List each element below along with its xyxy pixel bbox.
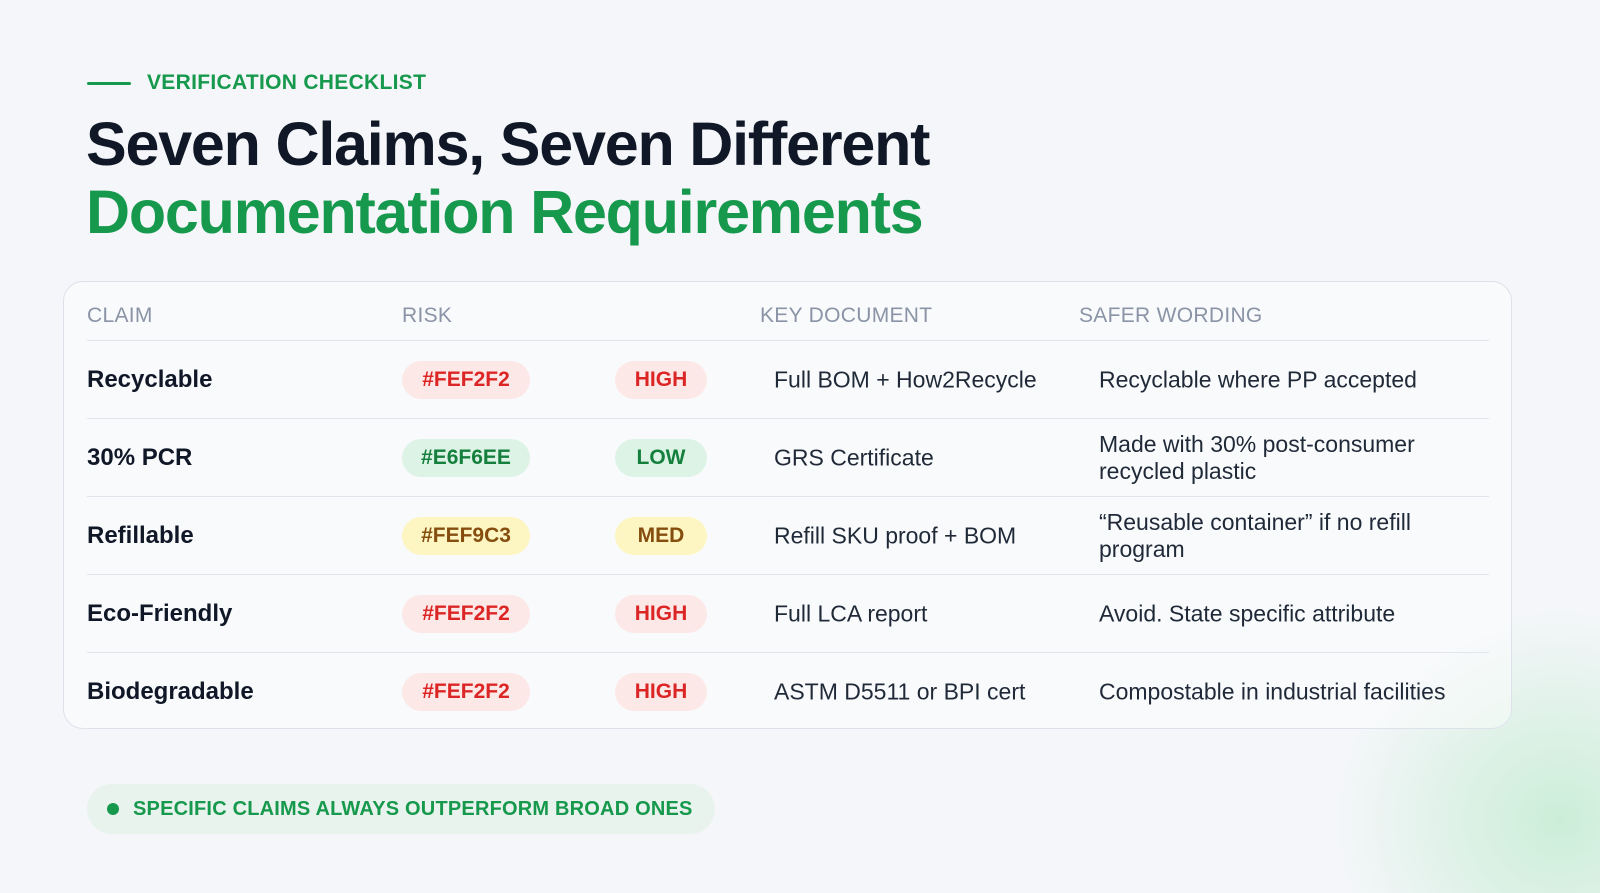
risk-hex-pill: #FEF2F2: [402, 673, 530, 711]
risk-level-badge: LOW: [615, 438, 707, 477]
wording-cell: Made with 30% post-consumer recycled pla…: [1099, 430, 1415, 484]
table-body: Recyclable #FEF2F2 HIGH Full BOM + How2R…: [87, 341, 1489, 731]
document-cell: Refill SKU proof + BOM: [774, 522, 1017, 548]
risk-hex-pill: #FEF2F2: [402, 594, 530, 633]
document-cell: Full LCA report: [774, 600, 928, 626]
document-cell: Full BOM + How2Recycle: [774, 366, 1037, 392]
risk-level-badge: MED: [615, 516, 707, 555]
risk-level-badge: HIGH: [615, 673, 707, 711]
claim-cell: Refillable: [87, 521, 194, 549]
risk-level-badge: HIGH: [615, 594, 707, 633]
risk-hex-pill: #FEF2F2: [402, 360, 530, 399]
eyebrow-line: [87, 81, 131, 85]
footer-text: SPECIFIC CLAIMS ALWAYS OUTPERFORM BROAD …: [133, 797, 693, 820]
risk-hex-pill: #E6F6EE: [402, 438, 530, 477]
header-risk: RISK: [402, 304, 453, 327]
risk-level-badge: HIGH: [615, 360, 707, 399]
eyebrow: VERIFICATION CHECKLIST: [87, 71, 426, 95]
wording-cell: Recyclable where PP accepted: [1099, 366, 1417, 392]
claim-cell: Recyclable: [87, 365, 213, 393]
page-title: Seven Claims, Seven Different Documentat…: [86, 110, 930, 246]
claim-cell: Eco-Friendly: [87, 599, 233, 627]
table-row: Recyclable #FEF2F2 HIGH Full BOM + How2R…: [87, 341, 1489, 419]
header-wording: SAFER WORDING: [1079, 304, 1263, 327]
wording-cell: Compostable in industrial facilities: [1099, 678, 1446, 705]
claim-cell: 30% PCR: [87, 443, 193, 471]
table-row: Eco-Friendly #FEF2F2 HIGH Full LCA repor…: [87, 575, 1489, 653]
bullet-dot-icon: [107, 803, 119, 815]
document-cell: ASTM D5511 or BPI cert: [774, 678, 1026, 705]
table-header: CLAIM RISK KEY DOCUMENT SAFER WORDING: [87, 282, 1489, 341]
title-line-1: Seven Claims, Seven Different: [86, 110, 930, 178]
eyebrow-text: VERIFICATION CHECKLIST: [147, 71, 427, 94]
table-row: 30% PCR #E6F6EE LOW GRS Certificate Made…: [87, 419, 1489, 497]
wording-cell: “Reusable container” if no refill progra…: [1099, 508, 1411, 562]
title-line-2: Documentation Requirements: [86, 178, 924, 246]
header-document: KEY DOCUMENT: [760, 304, 933, 327]
table-row: Refillable #FEF9C3 MED Refill SKU proof …: [87, 497, 1489, 575]
table-row: Biodegradable #FEF2F2 HIGH ASTM D5511 or…: [87, 653, 1489, 731]
footer-callout: SPECIFIC CLAIMS ALWAYS OUTPERFORM BROAD …: [87, 784, 715, 834]
wording-cell: Avoid. State specific attribute: [1099, 600, 1396, 626]
document-cell: GRS Certificate: [774, 444, 934, 470]
checklist-table: CLAIM RISK KEY DOCUMENT SAFER WORDING Re…: [63, 281, 1512, 729]
risk-hex-pill: #FEF9C3: [402, 516, 530, 555]
slide: VERIFICATION CHECKLIST Seven Claims, Sev…: [0, 0, 1600, 893]
header-claim: CLAIM: [87, 304, 153, 327]
claim-cell: Biodegradable: [87, 678, 254, 705]
